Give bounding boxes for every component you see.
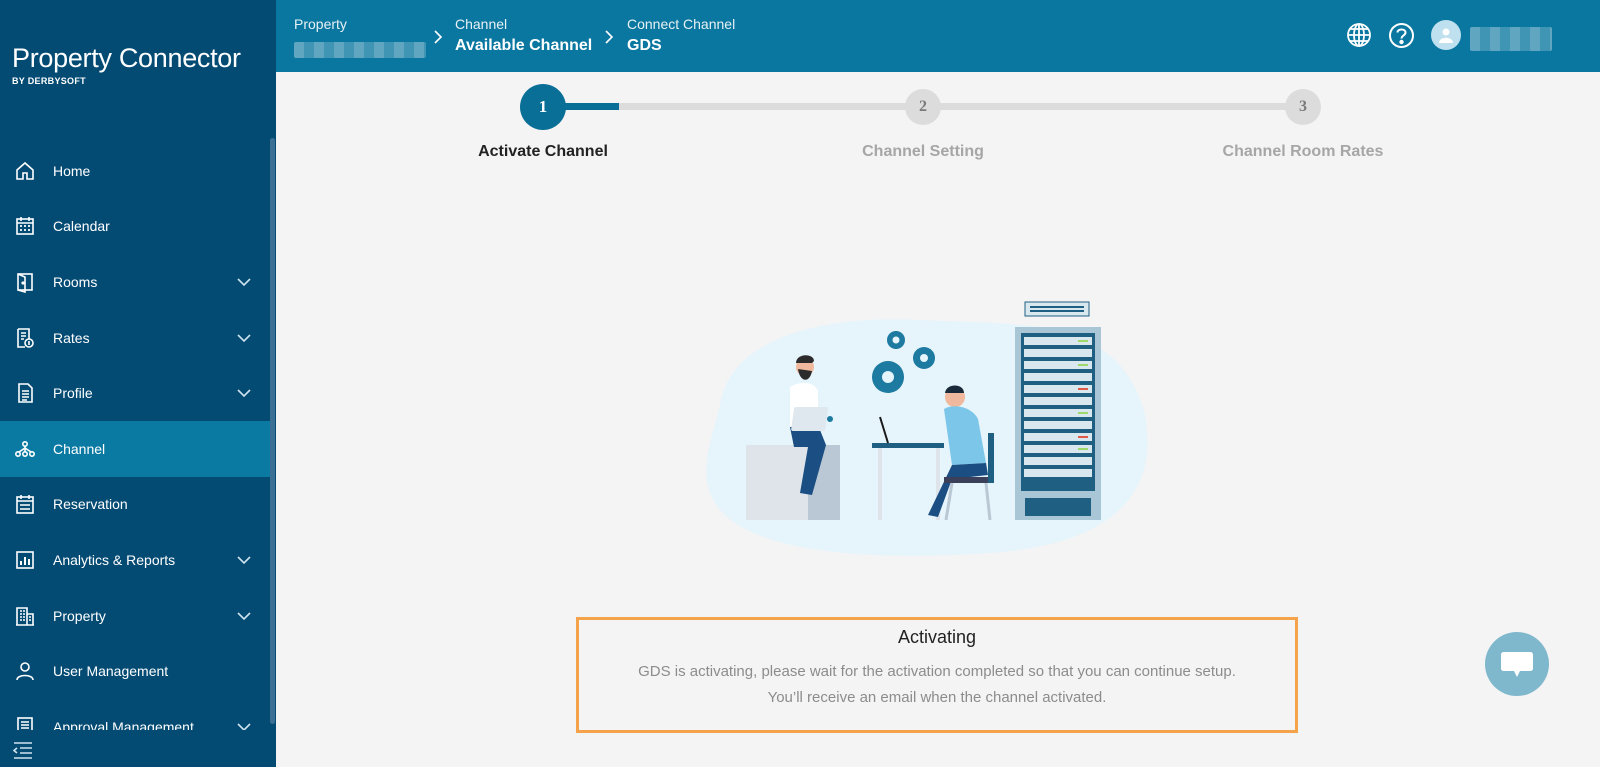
breadcrumb-value: GDS: [627, 37, 662, 54]
chevron-down-icon: [237, 334, 251, 342]
sidebar-scrollbar[interactable]: [270, 138, 275, 724]
step-1-circle: 1: [520, 84, 566, 130]
chevron-down-icon: [237, 556, 251, 565]
collapse-sidebar-icon[interactable]: [12, 740, 34, 760]
breadcrumb-label: Channel: [455, 16, 508, 32]
chevron-down-icon: [237, 389, 251, 398]
sidebar-item-calendar[interactable]: Calendar: [0, 199, 270, 255]
channel-icon: [14, 438, 36, 460]
step-3-label: Channel Room Rates: [1222, 143, 1384, 160]
sidebar-item-rooms[interactable]: Rooms: [0, 254, 270, 310]
home-icon: [14, 160, 36, 182]
chat-button[interactable]: [1485, 632, 1549, 696]
breadcrumb-property[interactable]: Property: [294, 16, 426, 58]
chevron-right-icon: [434, 30, 443, 44]
redacted-username[interactable]: [1470, 27, 1552, 51]
step-2-label: Channel Setting: [862, 143, 984, 160]
sidebar: Property Connector BY DERBYSOFT Home Cal…: [0, 0, 276, 767]
door-icon: [14, 271, 36, 293]
sidebar-item-home[interactable]: Home: [0, 143, 270, 199]
breadcrumb-label: Property: [294, 16, 347, 32]
calendar-icon: [14, 215, 36, 237]
sidebar-item-reservation[interactable]: Reservation: [0, 477, 270, 533]
chevron-down-icon: [237, 278, 251, 287]
step-2-circle: 2: [905, 89, 941, 125]
sidebar-footer: [0, 730, 276, 767]
sidebar-item-label: Profile: [53, 385, 93, 402]
status-message-line-2: You’ll receive an email when the channel…: [767, 689, 1107, 706]
chevron-right-icon: [605, 30, 614, 44]
chevron-down-icon: [237, 611, 251, 620]
sidebar-item-profile[interactable]: Profile: [0, 365, 270, 421]
brand-name: Property Connector: [12, 43, 241, 73]
breadcrumb-channel[interactable]: Channel Available Channel: [455, 16, 592, 55]
sidebar-item-analytics[interactable]: Analytics & Reports: [0, 532, 270, 588]
user-icon: [14, 660, 36, 682]
sidebar-item-label: Home: [53, 162, 91, 179]
breadcrumb-label: Connect Channel: [627, 16, 736, 32]
status-title: Activating: [897, 627, 977, 647]
sidebar-item-channel[interactable]: Channel: [0, 420, 270, 477]
step-1-label: Activate Channel: [478, 143, 608, 160]
sidebar-item-user-management[interactable]: User Management: [0, 643, 270, 699]
help-icon[interactable]: [1388, 22, 1415, 49]
step-track-2: [923, 103, 1303, 110]
sidebar-item-label: Channel: [53, 440, 106, 457]
breadcrumb-value: Available Channel: [455, 37, 593, 54]
sidebar-item-label: Rooms: [53, 273, 98, 290]
breadcrumb-connect-channel: Connect Channel GDS: [627, 16, 735, 55]
profile-doc-icon: [14, 382, 36, 404]
sidebar-item-label: Property: [53, 607, 106, 624]
brand-logo[interactable]: Property Connector BY DERBYSOFT: [12, 42, 241, 86]
sidebar-nav: Home Calendar Rooms Rates Profile Channe…: [0, 143, 270, 755]
sidebar-item-label: Analytics & Reports: [53, 551, 176, 568]
sidebar-item-label: Reservation: [53, 496, 128, 513]
step-3-circle: 3: [1285, 89, 1321, 125]
status-message-line-1: GDS is activating, please wait for the a…: [638, 663, 1236, 680]
status-message: GDS is activating, please wait for the a…: [579, 659, 1295, 711]
redacted-property-name: [294, 42, 426, 58]
sidebar-item-rates[interactable]: Rates: [0, 310, 270, 366]
activation-illustration: [706, 301, 1148, 556]
rates-icon: [14, 327, 36, 349]
activation-status-panel: Activating GDS is activating, please wai…: [576, 617, 1298, 733]
globe-icon[interactable]: [1346, 22, 1372, 48]
avatar-icon[interactable]: [1431, 20, 1461, 50]
sidebar-item-label: Calendar: [53, 218, 110, 235]
brand-sub: BY DERBYSOFT: [12, 76, 86, 86]
analytics-icon: [14, 549, 36, 571]
building-icon: [14, 605, 36, 627]
top-header: Property Channel Available Channel Conne…: [276, 0, 1600, 72]
reservation-icon: [14, 493, 36, 515]
sidebar-item-property[interactable]: Property: [0, 588, 270, 644]
sidebar-item-label: User Management: [53, 663, 169, 680]
sidebar-item-label: Rates: [53, 329, 90, 346]
chat-bubble-icon: [1501, 652, 1533, 677]
